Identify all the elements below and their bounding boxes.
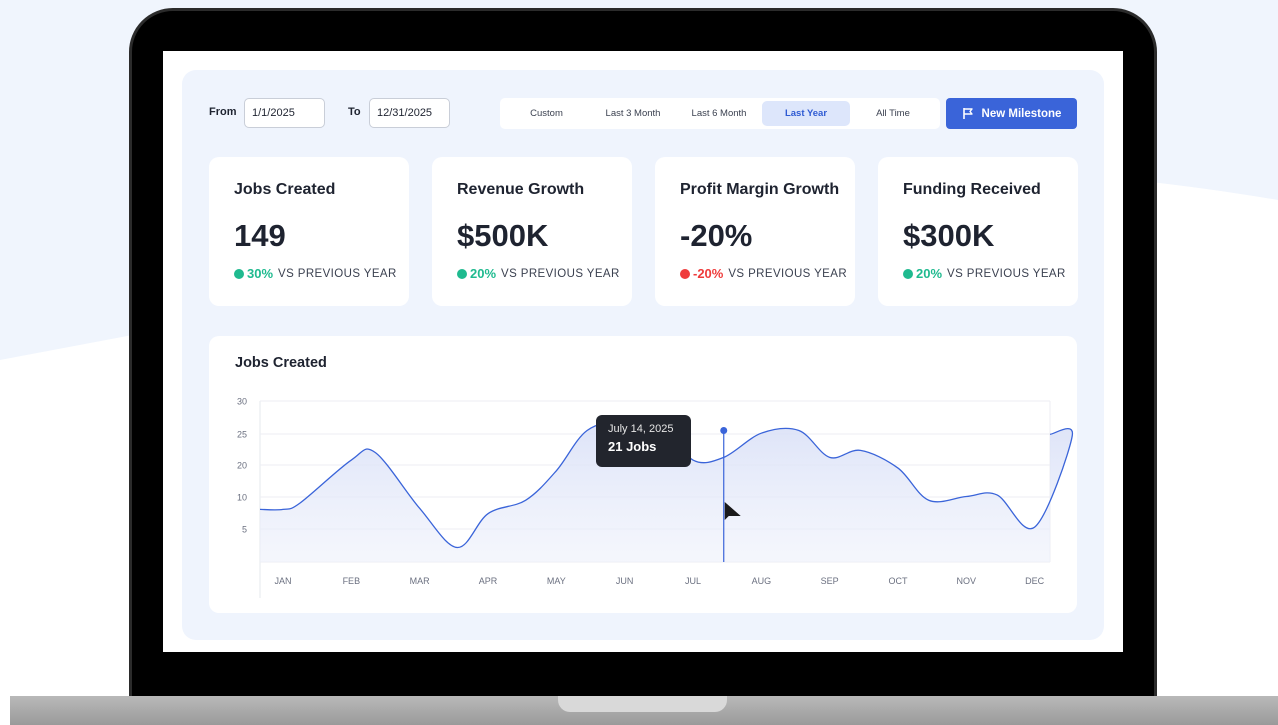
stat-card-jobs-created: Jobs Created 149 30% VS PREVIOUS YEAR <box>209 157 409 306</box>
tooltip-date: July 14, 2025 <box>608 423 674 435</box>
new-milestone-button[interactable]: New Milestone <box>946 98 1077 129</box>
delta-percent: 20% <box>470 266 497 281</box>
stat-card-title: Funding Received <box>903 181 1041 198</box>
y-tick-label: 20 <box>237 461 247 471</box>
trend-up-icon <box>457 268 467 279</box>
delta-percent: -20% <box>693 266 724 281</box>
stat-card-profit-margin-growth: Profit Margin Growth -20% -20% VS PREVIO… <box>655 157 855 306</box>
stat-card-delta: 20% VS PREVIOUS YEAR <box>903 266 1066 281</box>
stat-card-funding-received: Funding Received $300K 20% VS PREVIOUS Y… <box>878 157 1078 306</box>
x-tick-label: SEP <box>821 576 839 586</box>
y-tick-label: 25 <box>237 430 247 440</box>
delta-note: VS PREVIOUS YEAR <box>728 267 848 280</box>
dashboard-panel: From To Custom Last 3 Month Last 6 Month… <box>182 70 1104 640</box>
stat-card-delta: 20% VS PREVIOUS YEAR <box>457 266 620 281</box>
date-range-selector: Custom Last 3 Month Last 6 Month Last Ye… <box>500 98 940 129</box>
laptop-screen: From To Custom Last 3 Month Last 6 Month… <box>163 51 1123 652</box>
stat-card-value: 149 <box>234 218 286 253</box>
stat-card-title: Profit Margin Growth <box>680 181 840 198</box>
x-tick-label: JUN <box>616 576 634 586</box>
to-label: To <box>348 106 361 118</box>
delta-percent: 30% <box>247 266 274 281</box>
delta-percent: 20% <box>916 266 943 281</box>
y-tick-label: 30 <box>237 397 247 407</box>
range-all-time[interactable]: All Time <box>850 101 936 126</box>
from-date-input[interactable] <box>244 98 325 128</box>
x-tick-label: AUG <box>752 576 772 586</box>
stat-card-title: Jobs Created <box>234 181 336 198</box>
range-last-year[interactable]: Last Year <box>762 101 850 126</box>
new-milestone-label: New Milestone <box>981 107 1062 120</box>
stat-card-delta: 30% VS PREVIOUS YEAR <box>234 266 397 281</box>
trend-down-icon <box>680 268 690 279</box>
stat-card-value: -20% <box>680 218 753 253</box>
delta-note: VS PREVIOUS YEAR <box>501 267 620 280</box>
jobs-created-chart[interactable]: 5 10 20 25 30 JAN FEB MAR APR MAY JUN JUL AUG SEP OCT N… <box>209 336 1077 613</box>
laptop-notch <box>558 696 727 712</box>
stat-card-delta: -20% VS PREVIOUS YEAR <box>680 266 847 281</box>
trend-up-icon <box>234 268 244 279</box>
stat-card-title: Revenue Growth <box>457 181 585 198</box>
jobs-created-chart-card: Jobs Created 5 10 20 25 30 JAN FEB MAR APR MAY JUN… <box>209 336 1077 613</box>
to-date-input[interactable] <box>369 98 450 128</box>
range-last-6-month[interactable]: Last 6 Month <box>676 101 762 126</box>
y-tick-label: 10 <box>237 493 247 503</box>
range-last-3-month[interactable]: Last 3 Month <box>590 101 676 126</box>
x-tick-label: NOV <box>957 576 977 586</box>
x-tick-label: APR <box>479 576 498 586</box>
delta-note: VS PREVIOUS YEAR <box>278 267 397 280</box>
flag-icon <box>962 108 973 119</box>
trend-up-icon <box>903 268 913 279</box>
delta-note: VS PREVIOUS YEAR <box>947 267 1066 280</box>
tooltip-value: 21 Jobs <box>608 439 657 454</box>
x-tick-label: MAR <box>410 576 431 586</box>
hover-marker-point <box>720 427 728 435</box>
x-tick-label: JAN <box>274 576 291 586</box>
stat-card-revenue-growth: Revenue Growth $500K 20% VS PREVIOUS YEA… <box>432 157 632 306</box>
from-label: From <box>209 106 237 118</box>
stat-card-value: $500K <box>457 218 549 253</box>
x-tick-label: OCT <box>888 576 908 586</box>
stat-card-value: $300K <box>903 218 995 253</box>
chart-tooltip: July 14, 2025 21 Jobs <box>596 415 691 467</box>
x-tick-label: FEB <box>343 576 361 586</box>
range-custom[interactable]: Custom <box>504 101 589 126</box>
x-tick-label: DEC <box>1025 576 1045 586</box>
x-tick-label: MAY <box>547 576 566 586</box>
y-tick-label: 5 <box>242 525 247 535</box>
x-tick-label: JUL <box>685 576 701 586</box>
